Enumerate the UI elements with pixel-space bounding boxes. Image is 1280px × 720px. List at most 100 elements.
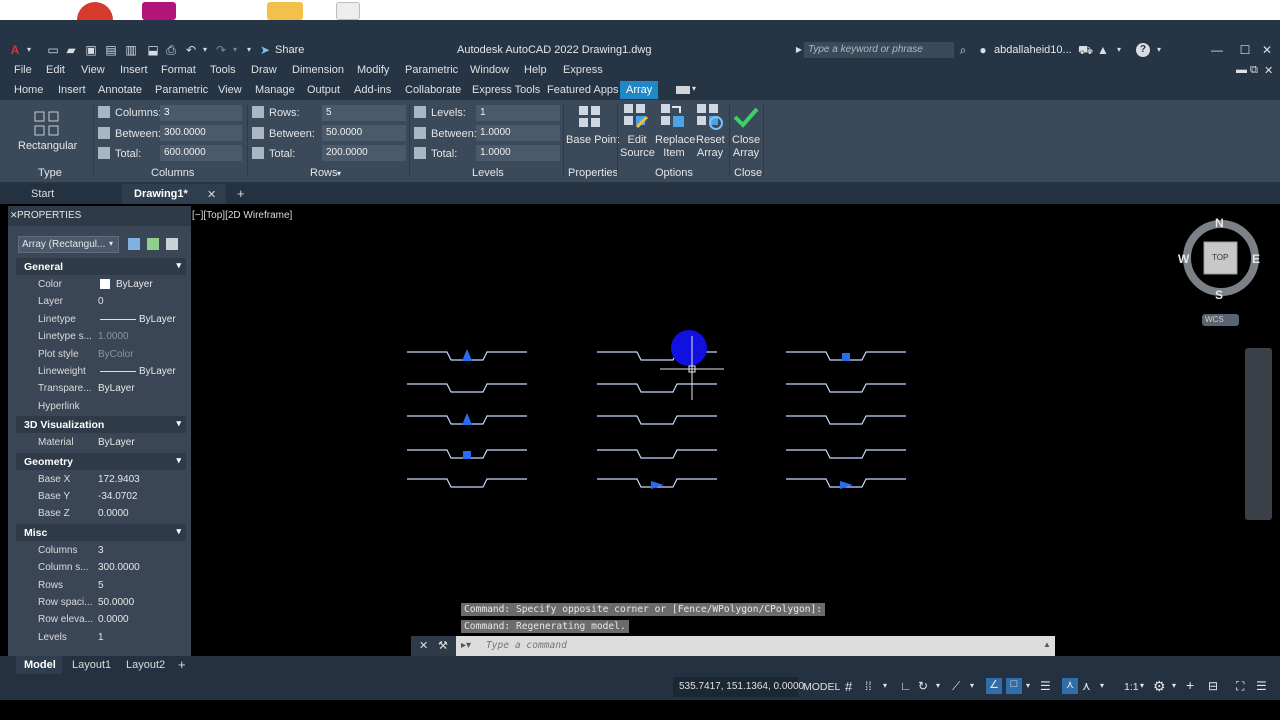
object-snap-dropdown-icon[interactable]: ▾ — [1026, 681, 1030, 690]
property-row[interactable]: Columns 3 — [8, 542, 191, 559]
auto-scale-dropdown-icon[interactable]: ▾ — [1100, 681, 1104, 690]
menu-dimension[interactable]: Dimension — [292, 64, 344, 76]
object-snap-icon[interactable]: □ — [1006, 678, 1022, 694]
array-item-profile[interactable] — [786, 415, 906, 425]
tab-featured-apps[interactable]: Featured Apps — [547, 84, 619, 96]
base-point-icon[interactable] — [578, 105, 602, 129]
viewcube-top-face[interactable]: TOP — [1212, 253, 1228, 262]
batch-icon[interactable]: ⬓ — [146, 43, 160, 57]
doc-minimize-icon[interactable]: ▬ — [1236, 64, 1247, 76]
section-title[interactable]: Misc — [24, 527, 47, 539]
ribbon-toggle-dropdown-icon[interactable]: ▾ — [692, 84, 696, 93]
property-row[interactable]: Transpare... ByLayer — [8, 380, 191, 397]
property-value[interactable]: 1.0000 — [98, 331, 129, 342]
tab-manage[interactable]: Manage — [255, 84, 295, 96]
rows-total-field[interactable]: 200.0000 — [322, 145, 406, 161]
menu-draw[interactable]: Draw — [251, 64, 277, 76]
property-row[interactable]: Row eleva... 0.0000 — [8, 611, 191, 628]
grip-circle[interactable] — [671, 330, 707, 366]
compass-south[interactable]: S — [1215, 288, 1223, 302]
edit-source-label-2[interactable]: Source — [620, 147, 655, 160]
save-icon[interactable]: ▣ — [84, 43, 98, 57]
property-row[interactable]: Base Z 0.0000 — [8, 505, 191, 522]
app-menu-button[interactable]: A — [8, 43, 22, 57]
annotation-monitor-icon[interactable]: + — [1186, 677, 1194, 693]
lineweight-icon[interactable]: ☰ — [1040, 679, 1051, 693]
property-value[interactable]: 5 — [98, 580, 104, 591]
arrow-marker[interactable] — [651, 481, 664, 489]
navigation-bar[interactable] — [1245, 348, 1272, 520]
reset-array-label-2[interactable]: Array — [696, 147, 724, 160]
property-row[interactable]: Layer 0 — [8, 293, 191, 310]
undo-icon[interactable]: ↶ — [184, 43, 198, 57]
annotation-scale-dropdown-icon[interactable]: ▾ — [1140, 681, 1144, 690]
folder-icon[interactable] — [267, 2, 303, 20]
property-row[interactable]: Plot style ByColor — [8, 346, 191, 363]
menu-tools[interactable]: Tools — [210, 64, 236, 76]
tab-array[interactable]: Array — [620, 81, 659, 99]
replace-item-icon[interactable] — [660, 103, 688, 131]
chevron-down-icon[interactable]: ▾ — [22, 43, 36, 57]
edit-source-icon[interactable] — [623, 103, 649, 129]
property-row[interactable]: Linetype ByLayer — [8, 311, 191, 328]
new-icon[interactable]: ▭ — [46, 43, 60, 57]
selection-dropdown-label[interactable]: Array (Rectangul... — [22, 239, 105, 250]
user-icon[interactable]: ● — [976, 43, 990, 57]
auto-scale-icon[interactable]: ⋏ — [1082, 679, 1091, 693]
redo-icon[interactable]: ↷ — [214, 43, 228, 57]
undo-dropdown-icon[interactable]: ▾ — [198, 43, 212, 57]
section-general[interactable]: General ▾ — [16, 258, 186, 275]
annotation-visibility-icon[interactable]: ⋏ — [1062, 678, 1078, 694]
autodesk-app-icon[interactable]: ▲ — [1096, 43, 1110, 57]
grid-icon[interactable]: # — [845, 679, 852, 694]
customization-icon[interactable]: ☰ — [1256, 679, 1267, 693]
section-title[interactable]: General — [24, 261, 63, 273]
property-value[interactable]: ByLayer — [139, 314, 176, 325]
selection-dropdown[interactable]: Array (Rectangul... ▾ — [18, 236, 119, 253]
property-value[interactable]: 0.0000 — [98, 614, 129, 625]
ortho-icon[interactable]: ∟ — [900, 679, 912, 693]
array-item-profile[interactable] — [597, 383, 717, 393]
property-row[interactable]: Row spaci... 50.0000 — [8, 594, 191, 611]
close-command-icon[interactable]: ✕ — [419, 639, 428, 652]
array-item-profile[interactable] — [407, 383, 527, 393]
property-row[interactable]: Color ByLayer — [8, 276, 191, 293]
help-icon[interactable]: ? — [1136, 43, 1150, 57]
reset-array-label-1[interactable]: Reset — [696, 134, 725, 147]
snap-dropdown-icon[interactable]: ▾ — [883, 681, 887, 690]
tab-insert[interactable]: Insert — [58, 84, 86, 96]
menu-edit[interactable]: Edit — [46, 64, 65, 76]
workspace-dropdown-icon[interactable]: ▾ — [1172, 681, 1176, 690]
reset-array-icon[interactable] — [696, 103, 724, 131]
tab-view[interactable]: View — [218, 84, 242, 96]
close-array-label-1[interactable]: Close — [732, 134, 760, 147]
wcs-label[interactable]: WCS — [1205, 315, 1224, 324]
polar-dropdown-icon[interactable]: ▾ — [936, 681, 940, 690]
app-icon[interactable] — [142, 2, 176, 20]
maximize-icon[interactable]: ☐ — [1238, 43, 1252, 57]
menu-parametric[interactable]: Parametric — [405, 64, 458, 76]
collapse-icon[interactable]: ▾ — [176, 418, 181, 429]
property-value[interactable]: 50.0000 — [98, 597, 134, 608]
array-item-profile[interactable] — [597, 415, 717, 425]
tab-drawing1-label[interactable]: Drawing1* — [134, 188, 188, 200]
drawing-canvas[interactable]: [−][Top][2D Wireframe] N S E W TOP WCS — [191, 206, 1280, 656]
tab-annotate[interactable]: Annotate — [98, 84, 142, 96]
close-array-label-2[interactable]: Array — [732, 147, 760, 160]
plot-icon[interactable]: ⎙ — [164, 43, 178, 57]
collapse-icon[interactable]: ▾ — [176, 526, 181, 537]
annotation-scale[interactable]: 1:1 — [1124, 681, 1139, 693]
panel-rows-label[interactable]: Rows — [310, 167, 338, 179]
tab-parametric[interactable]: Parametric — [155, 84, 208, 96]
property-value[interactable]: 172.9403 — [98, 474, 140, 485]
replace-item-label-2[interactable]: Item — [660, 147, 688, 160]
workspace-gear-icon[interactable]: ⚙ — [1153, 678, 1166, 695]
property-row[interactable]: Hyperlink — [8, 398, 191, 415]
section-title[interactable]: Geometry — [24, 456, 73, 468]
recent-commands-icon[interactable]: ▸▾ — [461, 640, 471, 651]
check-icon[interactable] — [733, 105, 759, 129]
property-row[interactable]: Column s... 300.0000 — [8, 559, 191, 576]
menu-view[interactable]: View — [81, 64, 105, 76]
property-row[interactable]: Base X 172.9403 — [8, 471, 191, 488]
menu-file[interactable]: File — [14, 64, 32, 76]
